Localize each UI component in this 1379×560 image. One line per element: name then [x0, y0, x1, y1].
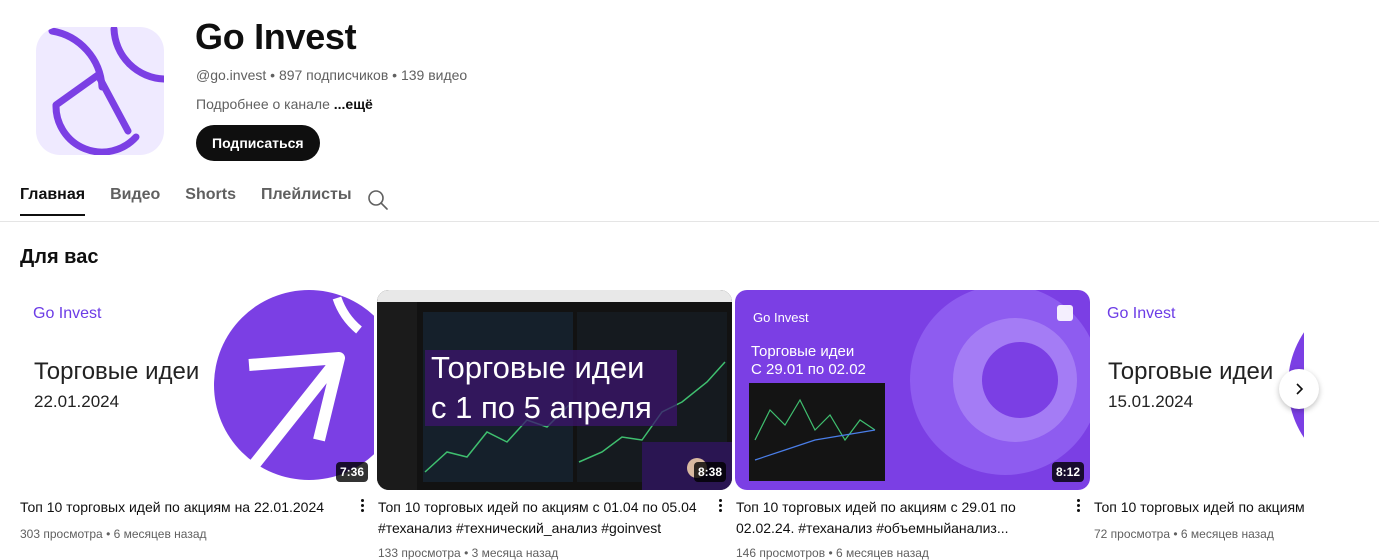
thumb-brand: Go Invest — [33, 305, 102, 322]
thumb-heading: Торговые идеи с 1 по 5 апреля — [431, 350, 652, 425]
tab-videos[interactable]: Видео — [110, 186, 160, 216]
thumb-date: 15.01.2024 — [1108, 392, 1194, 411]
video-count: 139 видео — [400, 67, 468, 83]
thumb-heading: Торговые идеи — [751, 343, 855, 360]
video-duration: 7:36 — [335, 462, 368, 482]
thumb-heading: Торговые идеи — [34, 358, 200, 385]
search-icon[interactable] — [366, 188, 390, 212]
video-meta: 303 просмотра • 6 месяцев назад — [20, 527, 207, 541]
thumb-date: С 29.01 по 02.02 — [751, 361, 866, 378]
tabs-divider — [0, 221, 1379, 222]
video-thumbnail[interactable]: Go Invest Торговые идеи 15.01.2024 — [1093, 290, 1304, 490]
channel-tabs: Главная Видео Shorts Плейлисты — [20, 186, 352, 216]
thumb-brand: Go Invest — [753, 310, 809, 325]
tab-shorts[interactable]: Shorts — [185, 186, 236, 216]
tab-playlists[interactable]: Плейлисты — [261, 186, 352, 216]
video-thumbnail[interactable]: Go Invest Торговые идеи 22.01.2024 7:36 — [19, 290, 374, 490]
channel-meta: @go.invest • 897 подписчиков • 139 видео — [196, 67, 468, 83]
chevron-right-icon — [1296, 383, 1304, 395]
video-title[interactable]: Топ 10 торговых идей по акциям на 22.01.… — [20, 497, 345, 518]
more-link[interactable]: ...ещё — [334, 96, 373, 112]
subscribe-button[interactable]: Подписаться — [196, 125, 320, 161]
thumb-brand: Go Invest — [1107, 305, 1176, 322]
tab-home[interactable]: Главная — [20, 186, 86, 216]
video-thumbnail[interactable]: Торговые идеи с 1 по 5 апреля 8:38 — [377, 290, 732, 490]
channel-name: Go Invest — [195, 16, 357, 57]
video-duration: 8:12 — [1051, 462, 1084, 482]
channel-avatar[interactable] — [36, 27, 164, 155]
go-invest-logo-icon — [48, 27, 164, 155]
video-title[interactable]: Топ 10 торговых идей по акциям с 29.01 п… — [736, 497, 1036, 539]
more-actions-icon[interactable] — [715, 497, 725, 517]
section-title: Для вас — [20, 246, 99, 268]
video-meta: 72 просмотра • 6 месяцев назад — [1094, 527, 1274, 541]
video-duration: 8:38 — [693, 462, 726, 482]
more-actions-icon[interactable] — [1073, 497, 1083, 517]
video-title[interactable]: Топ 10 торговых идей по акциям — [1094, 497, 1304, 518]
channel-about-link[interactable]: Подробнее о канале ...ещё — [196, 96, 373, 112]
thumb-date: 22.01.2024 — [34, 392, 120, 411]
video-title[interactable]: Топ 10 торговых идей по акциям с 01.04 п… — [378, 497, 703, 539]
thumb-heading: Торговые идеи — [1108, 358, 1274, 385]
carousel-next-button[interactable] — [1279, 369, 1319, 409]
channel-handle: @go.invest — [196, 67, 267, 83]
video-thumbnail[interactable]: Go Invest Торговые идеи С 29.01 по 02.02… — [735, 290, 1090, 490]
browser-bar — [377, 290, 732, 302]
more-actions-icon[interactable] — [357, 497, 367, 517]
subscriber-count: 897 подписчиков — [278, 67, 389, 83]
